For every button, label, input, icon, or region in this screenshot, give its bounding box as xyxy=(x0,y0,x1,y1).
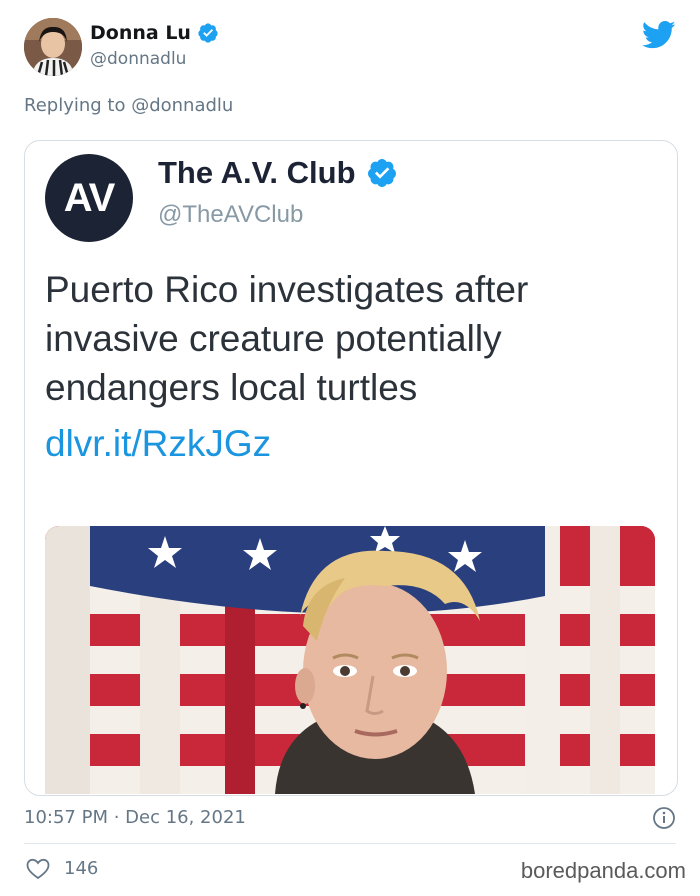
author-info: Donna Lu @donnadlu xyxy=(90,22,219,69)
quoted-author-handle[interactable]: @TheAVClub xyxy=(158,201,398,229)
divider xyxy=(24,843,676,844)
tweet-timestamp[interactable]: 10:57 PM · Dec 16, 2021 xyxy=(24,807,246,828)
quoted-tweet-media[interactable] xyxy=(45,526,655,794)
quoted-tweet-card[interactable]: AV The A.V. Club @TheAVClub Puerto Rico … xyxy=(24,140,678,796)
quoted-text-line: endangers local turtles xyxy=(45,367,418,408)
quoted-name-row[interactable]: The A.V. Club xyxy=(158,155,398,191)
info-icon[interactable] xyxy=(652,806,676,830)
verified-badge-icon xyxy=(198,23,218,43)
quoted-avatar[interactable]: AV xyxy=(45,154,133,242)
twitter-bird-icon[interactable] xyxy=(642,20,676,50)
reply-context[interactable]: Replying to @donnadlu xyxy=(24,95,233,116)
quoted-text-line: invasive creature potentially xyxy=(45,318,502,359)
author-name-row[interactable]: Donna Lu xyxy=(90,22,219,44)
like-count: 146 xyxy=(64,858,99,879)
flag-photo-image xyxy=(45,526,655,794)
author-handle[interactable]: @donnadlu xyxy=(90,49,219,69)
quoted-text-line: Puerto Rico investigates after xyxy=(45,269,529,310)
quoted-tweet-text: Puerto Rico investigates after invasive … xyxy=(45,265,645,412)
av-logo-text: AV xyxy=(63,175,116,220)
author-name[interactable]: Donna Lu xyxy=(90,22,191,44)
heart-icon[interactable] xyxy=(26,858,50,880)
quoted-tweet-link[interactable]: dlvr.it/RzkJGz xyxy=(45,423,271,465)
verified-badge-icon xyxy=(367,159,396,187)
quoted-author-info: The A.V. Club @TheAVClub xyxy=(158,155,398,229)
watermark: boredpanda.com xyxy=(520,858,686,883)
tweet-header: Donna Lu @donnadlu xyxy=(24,18,676,80)
quoted-author-name[interactable]: The A.V. Club xyxy=(158,155,356,191)
author-avatar[interactable] xyxy=(24,18,82,76)
